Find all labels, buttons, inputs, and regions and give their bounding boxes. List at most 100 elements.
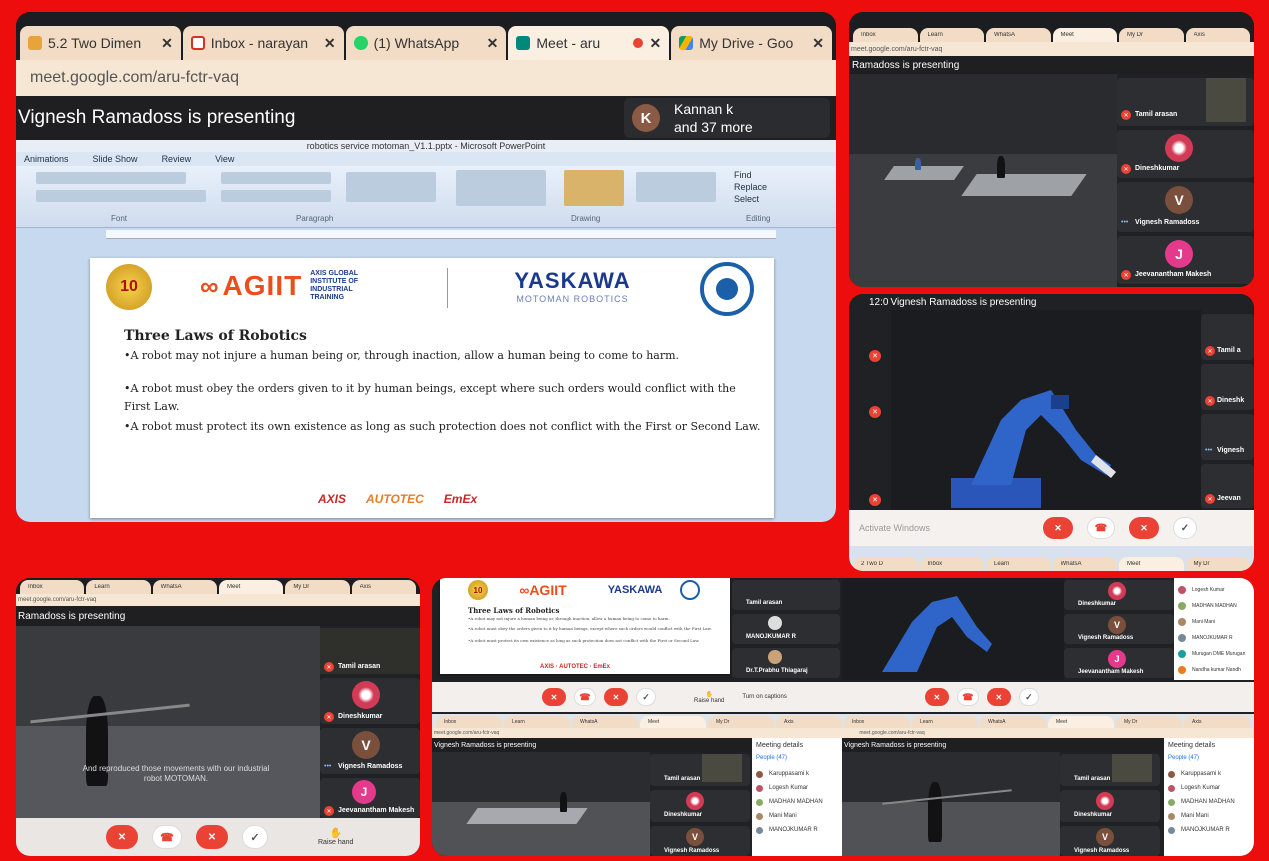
close-icon[interactable]: ✕ (487, 35, 499, 52)
participant-tile[interactable]: ✕ Dineshkumar (320, 678, 420, 724)
participant-tile[interactable]: ✕ Tamil arasan (320, 628, 420, 674)
video-feed (842, 752, 1060, 856)
ppt-menu: Animations Slide Show Review View (16, 152, 836, 166)
footer-logos: AXIS AUTOTEC EmEx (318, 492, 478, 506)
end-call-button[interactable]: ☎ (1087, 517, 1115, 539)
camera-toggle-button[interactable]: ✕ (1129, 517, 1159, 539)
robot-arm-icon (882, 596, 992, 672)
participant-strip: ✕ Tamil a ✕ Dineshk ••• Vignesh ✕ Jeevan (1201, 310, 1254, 510)
more-options-button[interactable]: ✓ (636, 688, 656, 706)
person-figure (997, 156, 1005, 178)
browser-tab-active[interactable]: Meet - aru ✕ (508, 26, 670, 60)
avatar (352, 681, 380, 709)
participant-tile[interactable]: ✕ Dineshkumar (1117, 130, 1254, 178)
ppt-title-bar: robotics service motoman_V1.1.pptx - Mic… (16, 140, 836, 152)
menu-item[interactable]: Review (162, 154, 192, 164)
avatar: J (1165, 240, 1193, 268)
close-icon[interactable]: ✕ (324, 35, 336, 52)
recording-dot-icon (633, 38, 644, 48)
end-call-button[interactable]: ☎ (152, 825, 182, 849)
participant-tile[interactable]: J ✕ Jeevanantham Makesh (1117, 236, 1254, 284)
more-options-button[interactable]: ✓ (1173, 517, 1197, 539)
people-tab[interactable]: People (47) (1168, 755, 1250, 761)
mic-off-icon: ✕ (324, 712, 334, 722)
more-options-button[interactable]: ✓ (242, 825, 268, 849)
captions-button[interactable]: Turn on captions (742, 694, 786, 700)
ribbon-group-label: Drawing (571, 214, 601, 223)
powerpoint-window: robotics service motoman_V1.1.pptx - Mic… (16, 140, 836, 522)
camera-toggle-button[interactable]: ✕ (196, 825, 228, 849)
slide-law-2: •A robot must obey the orders given to i… (124, 382, 736, 413)
address-bar[interactable]: meet.google.com/aru-fctr-vaq (16, 60, 836, 96)
participant-tile[interactable]: J ✕ Jeevanantham Makesh (320, 778, 420, 818)
people-tab[interactable]: People (47) (756, 755, 838, 761)
close-icon[interactable]: ✕ (812, 35, 824, 52)
whatsapp-icon (353, 36, 368, 50)
participant-strip: ✕ Tamil arasan ✕ Dineshkumar V ••• Vigne… (1117, 74, 1254, 287)
replace-button[interactable]: Replace (734, 182, 767, 192)
browser-tab[interactable]: (1) WhatsApp ✕ (345, 26, 507, 60)
slide-heading: Three Laws of Robotics (124, 328, 307, 344)
agiit-logo: ∞ AGIIT AXIS GLOBAL INSTITUTE OF INDUSTRIA… (200, 270, 359, 301)
doc-icon (28, 36, 42, 50)
menu-item[interactable]: Animations (24, 154, 69, 164)
viewer-chip[interactable]: K Kannan k and 37 more (624, 98, 830, 138)
mic-toggle-button[interactable]: ✕ (106, 825, 138, 849)
browser-tab-bar: Inbox Learn WhatsA Meet My Dr Axis (16, 578, 420, 594)
participant-tile[interactable]: ✕ Jeevan (1201, 464, 1254, 508)
participant-tile[interactable]: ✕ Tamil a (1201, 314, 1254, 360)
participant-tile[interactable]: V ••• Vignesh Ramadoss (320, 728, 420, 774)
slide-law-1: •A robot may not injure a human being or… (124, 349, 680, 362)
browser-tab-bar: Inbox Learn WhatsA Meet My Dr Axis Inbox… (432, 714, 1254, 728)
close-icon[interactable]: ✕ (161, 35, 173, 52)
camera-toggle-button[interactable]: ✕ (604, 688, 628, 706)
close-icon[interactable]: ✕ (649, 35, 661, 52)
activate-windows-text: Activate Windows (859, 523, 931, 533)
meet-controls: ✕ ☎ ✕ ✓ ✋ Raise hand (16, 818, 420, 856)
infinity-icon: ∞ (200, 270, 219, 301)
raise-hand-button[interactable]: ✋ Raise hand (318, 828, 353, 846)
avatar: K (632, 104, 660, 132)
browser-tab[interactable]: 5.2 Two Dimen ✕ (20, 26, 181, 60)
presenting-bar: Ramadoss is presenting (16, 606, 420, 626)
participant-strip-left: ✕ ✕ ✕ (849, 310, 891, 510)
meet-icon (516, 36, 531, 50)
slide-thumbnail: 10 ∞AGIIT YASKAWA Three Laws of Robotics… (440, 578, 730, 674)
robot-arm-icon (951, 390, 1116, 508)
menu-item[interactable]: Slide Show (93, 154, 138, 164)
robot-video (842, 578, 1064, 680)
select-button[interactable]: Select (734, 194, 759, 204)
participant-tile[interactable]: V ••• Vignesh Ramadoss (1117, 182, 1254, 232)
people-panel: Logesh Kumar MADHAN MADHAN Mani Mani MAN… (1174, 578, 1254, 680)
slide: 10 ∞ AGIIT AXIS GLOBAL INSTITUTE OF INDUST… (90, 258, 774, 518)
robot-video (891, 310, 1201, 510)
end-call-button[interactable]: ☎ (574, 688, 596, 706)
screenshot-bottom-left: Inbox Learn WhatsA Meet My Dr Axis meet.… (16, 578, 420, 856)
address-bar[interactable]: meet.google.com/aru-fctr-vaq (16, 594, 420, 606)
mic-toggle-button[interactable]: ✕ (1043, 517, 1073, 539)
menu-item[interactable]: View (215, 154, 234, 164)
gmail-icon (190, 36, 205, 50)
meet-controls: ✕ ☎ ✕ ✓ ✋ Raise hand Turn on captions ✕ ☎… (432, 682, 1254, 712)
raise-hand-button[interactable]: ✋ Raise hand (694, 691, 724, 704)
browser-tab[interactable]: My Drive - Goo ✕ (671, 26, 832, 60)
participant-tile[interactable]: ••• Vignesh (1201, 414, 1254, 460)
mic-off-icon: ✕ (324, 662, 334, 672)
browser-tab[interactable]: Inbox - narayan ✕ (182, 26, 344, 60)
screenshot-top-right: Inbox Learn WhatsA Meet My Dr Axis meet.… (849, 12, 1254, 287)
mic-toggle-button[interactable]: ✕ (542, 688, 566, 706)
meeting-details-panel: Meeting details People (47) Karuppasami … (752, 738, 842, 856)
mic-off-icon: ✕ (1121, 270, 1131, 280)
ribbon-group-label: Font (111, 214, 128, 223)
participant-tile[interactable]: ✕ Tamil arasan (1117, 78, 1254, 126)
video-feed: And reproduced those movements with our … (16, 626, 322, 818)
address-bar[interactable]: meet.google.com/aru-fctr-vaq (849, 42, 1254, 56)
mic-off-icon: ✕ (1205, 396, 1215, 406)
find-button[interactable]: Find (734, 170, 752, 180)
participant-strip: ✕ Tamil arasan ✕ Dineshkumar V ••• Vigne… (320, 626, 420, 818)
meeting-details-panel: Meeting details People (47) Karuppasami … (1164, 738, 1254, 856)
mic-off-icon: ✕ (1205, 494, 1215, 504)
participant-tile[interactable]: ✕ Dineshk (1201, 364, 1254, 410)
participant-strip: Tamil arasan Dineshkumar V Vignesh Ramado… (1060, 752, 1160, 856)
presenting-bar: Vignesh Ramadoss is presenting (842, 738, 1162, 752)
